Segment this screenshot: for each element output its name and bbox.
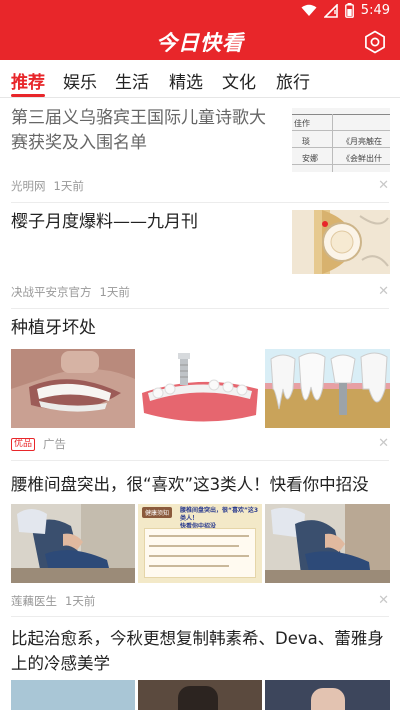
article-title-line: 上的冷感美学 — [11, 654, 110, 673]
tab-life[interactable]: 生活 — [115, 68, 149, 93]
divider — [11, 460, 389, 461]
status-icons: 5:49 — [301, 3, 390, 18]
article-source: 莲藕医生 — [11, 594, 57, 608]
article-title: 第三届义乌骆宾王国际儿童诗歌大 赛获奖及入围名单 — [11, 106, 271, 156]
ad-meta: 优品 广告 — [11, 436, 66, 452]
card-title-line: 腰椎间盘突出，很“喜欢”这3类人！ — [180, 507, 259, 522]
card-body — [144, 528, 256, 578]
feed-item[interactable]: 比起治愈系，今秋更想复制韩素希、Deva、蕾雅身 上的冷感美学 — [0, 618, 400, 710]
tab-entertainment[interactable]: 娱乐 — [63, 68, 97, 93]
aligner-image — [11, 349, 135, 428]
article-image — [138, 349, 262, 428]
article-image: 健康须知 腰椎间盘突出，很“喜欢”这3类人！ 快看你中招没 — [138, 504, 262, 583]
ad-feed-item[interactable]: 种植牙坏处 优品 广告 ✕ — [0, 310, 400, 461]
thumb-text: 佳作 — [294, 119, 310, 128]
ad-label: 广告 — [43, 437, 67, 451]
dismiss-icon[interactable]: ✕ — [378, 179, 389, 193]
tooth-roots-image — [265, 349, 390, 428]
article-image — [11, 680, 135, 710]
article-source: 光明网 — [11, 179, 46, 193]
dismiss-icon[interactable]: ✕ — [378, 594, 389, 608]
article-title-line: 赛获奖及入围名单 — [11, 133, 147, 153]
thumb-text: 《月亮触在 — [342, 137, 382, 146]
article-thumbnail: 佳作 琰 安娜 《月亮触在 《会鲜出什 — [292, 108, 390, 172]
article-source: 决战平安京官方 — [11, 285, 92, 299]
back-pain-image — [265, 504, 390, 583]
article-thumbnail — [292, 210, 390, 274]
article-title: 樱子月度爆料——九月刊 — [11, 212, 198, 232]
article-title: 腰椎间盘突出，很“喜欢”这3类人！快看你中招没 — [11, 475, 369, 494]
thumb-text: 琰 — [302, 137, 310, 146]
wifi-icon — [301, 4, 317, 16]
divider — [11, 616, 389, 617]
settings-icon — [365, 30, 385, 54]
tab-culture[interactable]: 文化 — [222, 68, 256, 93]
article-time: 1天前 — [53, 179, 84, 193]
divider — [11, 202, 389, 203]
article-image — [265, 504, 390, 583]
category-tabs: 推荐 娱乐 生活 精选 文化 旅行 — [0, 60, 400, 98]
article-title: 比起治愈系，今秋更想复制韩素希、Deva、蕾雅身 上的冷感美学 — [11, 626, 396, 676]
article-image — [11, 504, 135, 583]
status-bar: 5:49 — [0, 0, 400, 24]
tab-travel[interactable]: 旅行 — [276, 68, 310, 93]
signal-icon — [323, 3, 338, 18]
article-image — [138, 680, 262, 710]
article-image — [265, 349, 390, 428]
feed-item[interactable]: 第三届义乌骆宾王国际儿童诗歌大 赛获奖及入围名单 佳作 琰 安娜 《月亮触在 《… — [0, 98, 400, 204]
article-image — [11, 349, 135, 428]
feed-item[interactable]: 腰椎间盘突出，很“喜欢”这3类人！快看你中招没 健康须知 腰椎间盘突出，很“喜欢… — [0, 462, 400, 618]
article-meta: 莲藕医生 1天前 — [11, 593, 95, 609]
article-title-line: 比起治愈系，今秋更想复制韩素希、Deva、蕾雅身 — [11, 629, 384, 648]
thumbnail-art — [292, 210, 390, 274]
status-time: 5:49 — [360, 3, 390, 18]
article-title: 种植牙坏处 — [11, 318, 96, 338]
article-time: 1天前 — [65, 594, 96, 608]
app-header: 今日快看 — [0, 24, 400, 60]
ad-badge: 优品 — [11, 437, 36, 451]
divider — [11, 308, 389, 309]
active-tab-indicator — [11, 94, 45, 97]
tab-featured[interactable]: 精选 — [169, 68, 203, 93]
implant-model-image — [138, 349, 262, 428]
card-badge: 健康须知 — [142, 507, 173, 518]
thumb-text: 安娜 — [302, 154, 318, 163]
tab-recommend[interactable]: 推荐 — [11, 68, 45, 93]
app-title: 今日快看 — [156, 31, 244, 55]
dismiss-icon[interactable]: ✕ — [378, 437, 389, 451]
back-pain-image — [11, 504, 135, 583]
article-meta: 决战平安京官方 1天前 — [11, 284, 130, 300]
feed-item[interactable]: 樱子月度爆料——九月刊 决战平安京官方 1天前 ✕ — [0, 204, 400, 309]
article-image — [265, 680, 390, 710]
dismiss-icon[interactable]: ✕ — [378, 285, 389, 299]
article-time: 1天前 — [99, 285, 130, 299]
article-title-line: 第三届义乌骆宾王国际儿童诗歌大 — [11, 108, 266, 128]
article-meta: 光明网 1天前 — [11, 178, 84, 194]
thumb-text: 《会鲜出什 — [342, 154, 382, 163]
battery-icon — [344, 3, 354, 18]
settings-button[interactable] — [362, 29, 388, 55]
